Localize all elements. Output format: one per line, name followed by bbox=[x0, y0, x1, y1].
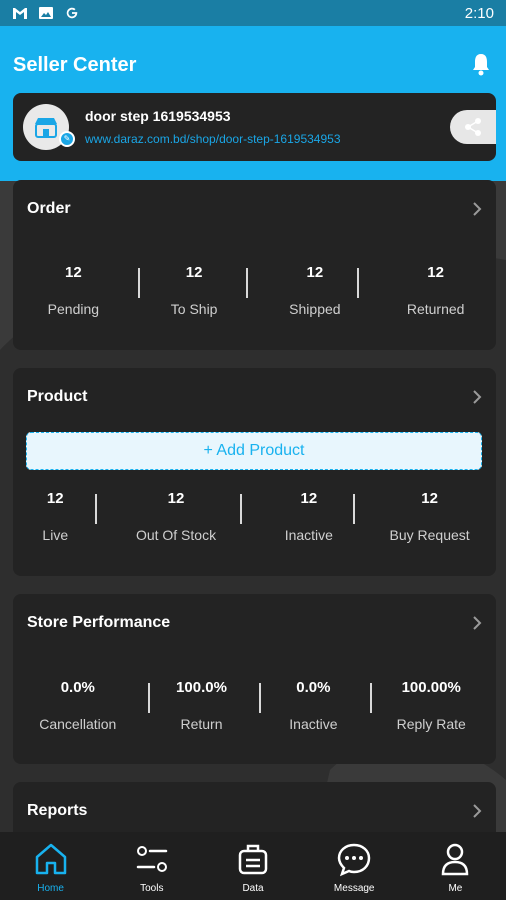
divider bbox=[148, 683, 150, 713]
app-title: Seller Center bbox=[13, 54, 137, 76]
product-stat-inactive[interactable]: 12 Inactive bbox=[255, 490, 364, 543]
gmail-icon bbox=[13, 8, 27, 19]
shop-card[interactable]: ✎ door step 1619534953 www.daraz.com.bd/… bbox=[13, 93, 496, 161]
message-icon bbox=[337, 843, 371, 877]
profile-icon bbox=[442, 843, 469, 876]
divider bbox=[370, 683, 372, 713]
nav-me[interactable]: Me bbox=[405, 832, 506, 900]
reports-title: Reports bbox=[27, 802, 88, 819]
order-title: Order bbox=[27, 200, 71, 217]
tools-icon bbox=[136, 846, 168, 872]
chevron-right-icon[interactable] bbox=[472, 803, 482, 819]
performance-stat-cancellation[interactable]: 0.0% Cancellation bbox=[13, 679, 143, 732]
store-icon bbox=[35, 118, 57, 138]
home-icon bbox=[35, 843, 66, 875]
nav-message[interactable]: Message bbox=[304, 832, 405, 900]
store-performance-title: Store Performance bbox=[27, 614, 171, 631]
chevron-right-icon[interactable] bbox=[472, 389, 482, 405]
store-performance-card: Store Performance 0.0% Cancellation 100.… bbox=[13, 594, 496, 764]
product-card: Product + Add Product 12 Live 12 Out Of … bbox=[13, 368, 496, 576]
nav-data[interactable]: Data bbox=[202, 832, 303, 900]
bottom-nav: Home Tools Data Message Me bbox=[0, 832, 506, 900]
order-card: Order 12 Pending 12 To Ship 12 Shipped 1… bbox=[13, 180, 496, 350]
divider bbox=[259, 683, 261, 713]
data-icon bbox=[238, 844, 268, 875]
divider bbox=[353, 494, 355, 524]
status-time: 2:10 bbox=[464, 4, 494, 22]
share-icon bbox=[465, 118, 481, 136]
performance-stat-reply-rate[interactable]: 100.00% Reply Rate bbox=[366, 679, 496, 732]
nav-tools[interactable]: Tools bbox=[101, 832, 202, 900]
order-stat-pending[interactable]: 12 Pending bbox=[13, 264, 134, 317]
add-product-button[interactable]: + Add Product bbox=[26, 432, 482, 470]
performance-stat-inactive[interactable]: 0.0% Inactive bbox=[260, 679, 366, 732]
performance-stat-return[interactable]: 100.0% Return bbox=[143, 679, 261, 732]
status-bar: 2:10 bbox=[0, 0, 506, 26]
edit-badge-icon[interactable]: ✎ bbox=[59, 131, 75, 147]
product-stat-buy-request[interactable]: 12 Buy Request bbox=[363, 490, 496, 543]
share-button[interactable] bbox=[450, 110, 496, 144]
shop-url[interactable]: www.daraz.com.bd/shop/door-step-16195349… bbox=[85, 132, 341, 146]
google-icon bbox=[66, 7, 78, 19]
product-stat-out-of-stock[interactable]: 12 Out Of Stock bbox=[98, 490, 255, 543]
order-stat-to-ship[interactable]: 12 To Ship bbox=[134, 264, 255, 317]
gallery-icon bbox=[39, 7, 53, 19]
divider bbox=[357, 268, 359, 298]
chevron-right-icon[interactable] bbox=[472, 201, 482, 217]
product-stat-live[interactable]: 12 Live bbox=[13, 490, 98, 543]
product-title: Product bbox=[27, 388, 88, 405]
bell-icon[interactable] bbox=[470, 52, 492, 76]
chevron-right-icon[interactable] bbox=[472, 615, 482, 631]
shop-name: door step 1619534953 bbox=[85, 108, 231, 124]
divider bbox=[240, 494, 242, 524]
nav-home[interactable]: Home bbox=[0, 832, 101, 900]
divider bbox=[138, 268, 140, 298]
order-stat-returned[interactable]: 12 Returned bbox=[375, 264, 496, 317]
divider bbox=[95, 494, 97, 524]
divider bbox=[246, 268, 248, 298]
